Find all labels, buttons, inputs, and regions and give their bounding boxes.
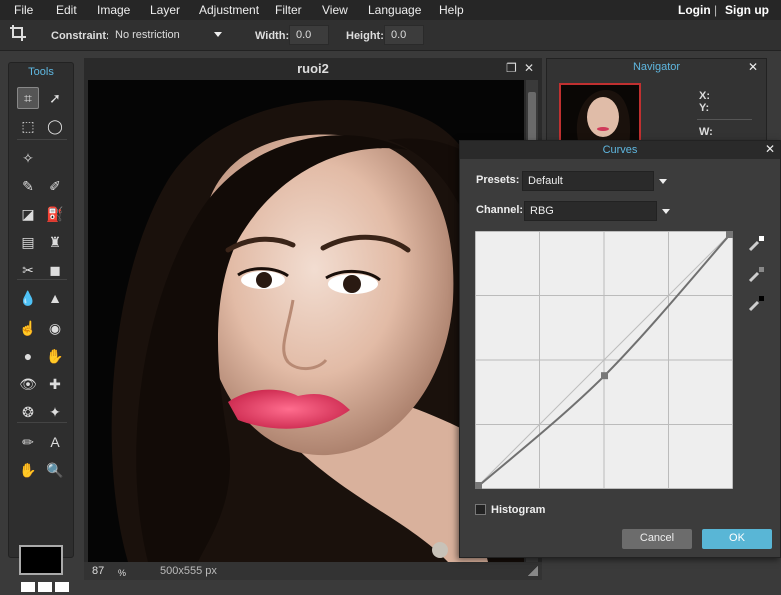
white-point-eyedropper-icon[interactable]	[748, 234, 766, 252]
menu-view[interactable]: View	[322, 3, 348, 17]
curves-graph[interactable]	[475, 231, 733, 489]
close-icon[interactable]: ✕	[748, 60, 758, 74]
black-point-eyedropper-icon[interactable]	[748, 294, 766, 312]
red-eye-icon[interactable]: 👁	[17, 373, 39, 395]
bloat-icon[interactable]: ❂	[17, 401, 39, 423]
lasso-icon[interactable]: ◯	[44, 115, 66, 137]
smudge-icon[interactable]: ☝	[17, 317, 39, 339]
x-coordinate-label: X:	[699, 90, 710, 102]
clone-stamp-icon[interactable]: ♜	[44, 231, 66, 253]
grid-icon[interactable]	[55, 582, 69, 592]
status-bar: 87 % 500x555 px	[84, 562, 542, 580]
close-icon[interactable]: ✕	[524, 61, 534, 75]
width-field[interactable]: 0.0	[289, 25, 329, 45]
menu-image[interactable]: Image	[97, 3, 130, 17]
menu-bar: File Edit Image Layer Adjustment Filter …	[0, 0, 781, 20]
navigator-divider	[697, 119, 752, 120]
navigator-panel: Navigator ✕ X: Y: W:	[546, 58, 767, 148]
pinch-icon[interactable]: ✦	[44, 401, 66, 423]
zoom-unit: %	[118, 568, 127, 578]
pencil-icon[interactable]: ✎	[17, 175, 39, 197]
auth-separator: |	[714, 3, 718, 17]
gray-point-eyedropper-icon[interactable]	[748, 265, 766, 283]
spot-heal-icon[interactable]: ✚	[44, 373, 66, 395]
y-coordinate-label: Y:	[699, 102, 710, 114]
login-link[interactable]: Login	[678, 3, 711, 17]
menu-file[interactable]: File	[14, 3, 33, 17]
histogram-checkbox[interactable]	[475, 504, 486, 515]
dodge-icon[interactable]: ●	[17, 345, 39, 367]
zoom-value[interactable]: 87	[92, 565, 104, 577]
chevron-down-icon[interactable]	[662, 209, 670, 214]
width-label: Width:	[255, 30, 290, 42]
type-icon[interactable]: A	[44, 431, 66, 453]
constraint-label: Constraint:	[51, 30, 110, 42]
curve-control-point[interactable]	[601, 372, 609, 380]
menu-language[interactable]: Language	[368, 3, 421, 17]
curve-control-point[interactable]	[726, 231, 733, 238]
navigator-title: Navigator	[632, 61, 681, 73]
curves-dialog: Curves ✕ Presets: Default Channel: RBG H…	[459, 140, 781, 558]
resize-handle-icon[interactable]	[528, 566, 538, 576]
eraser-icon[interactable]: ◪	[17, 203, 39, 225]
cancel-button[interactable]: Cancel	[622, 529, 692, 549]
marquee-icon[interactable]: ⬚	[17, 115, 39, 137]
menu-adjustment[interactable]: Adjustment	[199, 3, 259, 17]
foreground-color-swatch[interactable]	[19, 545, 63, 575]
curve-control-point[interactable]	[475, 482, 482, 489]
presets-label: Presets:	[476, 174, 520, 186]
blur-icon[interactable]: 💧	[17, 287, 39, 309]
histogram-label: Histogram	[491, 504, 546, 516]
drawing-icon[interactable]: ◼	[44, 259, 66, 281]
sponge-icon[interactable]: ◉	[44, 317, 66, 339]
height-field[interactable]: 0.0	[384, 25, 424, 45]
menu-filter[interactable]: Filter	[275, 3, 302, 17]
crop-icon[interactable]: ⌗	[17, 87, 39, 109]
hand-icon[interactable]: ✋	[17, 459, 39, 481]
tools-title: Tools	[28, 66, 54, 78]
channel-label: Channel:	[476, 204, 524, 216]
chevron-down-icon[interactable]	[214, 32, 222, 37]
magic-wand-icon[interactable]: ✧	[17, 147, 39, 169]
zoom-icon[interactable]: 🔍	[44, 459, 66, 481]
maximize-icon[interactable]: ❐	[506, 61, 517, 75]
brush-icon[interactable]: ✐	[44, 175, 66, 197]
ok-button[interactable]: OK	[702, 529, 772, 549]
menu-layer[interactable]: Layer	[150, 3, 180, 17]
document-title: ruoi2	[297, 61, 329, 76]
crop-tool-indicator-icon	[9, 24, 27, 45]
tools-panel: Tools ⌗ ➚ ⬚ ◯ ✧ ✎ ✐ ◪ ⛽ ▤ ♜ ✂ ◼ 💧 ▲ ☝ ◉ ● ✋ 👁 ✚ ❂ ✦ ✏ A ✋ 🔍	[8, 62, 74, 592]
grid-icon[interactable]	[21, 582, 35, 592]
presets-select[interactable]: Default	[522, 171, 654, 191]
navigator-thumbnail[interactable]	[559, 83, 641, 147]
tools-divider	[17, 139, 67, 140]
image-dimensions: 500x555 px	[160, 565, 217, 577]
channel-select[interactable]: RBG	[524, 201, 657, 221]
curves-title: Curves	[460, 141, 780, 159]
chevron-down-icon[interactable]	[659, 179, 667, 184]
grid-icon[interactable]	[38, 582, 52, 592]
menu-help[interactable]: Help	[439, 3, 464, 17]
sharpen-icon[interactable]: ▲	[44, 287, 66, 309]
color-picker-icon[interactable]: ✏	[17, 431, 39, 453]
color-replace-icon[interactable]: ✂	[17, 259, 39, 281]
close-icon[interactable]: ✕	[765, 142, 775, 156]
menu-edit[interactable]: Edit	[56, 3, 77, 17]
gradient-icon[interactable]: ▤	[17, 231, 39, 253]
width-coordinate-label: W:	[699, 126, 713, 138]
height-label: Height:	[346, 30, 384, 42]
options-bar: Constraint: No restriction Width: 0.0 He…	[0, 20, 781, 51]
signup-link[interactable]: Sign up	[725, 3, 769, 17]
move-icon[interactable]: ➚	[44, 87, 66, 109]
paint-bucket-icon[interactable]: ⛽	[44, 203, 66, 225]
burn-icon[interactable]: ✋	[44, 345, 66, 367]
